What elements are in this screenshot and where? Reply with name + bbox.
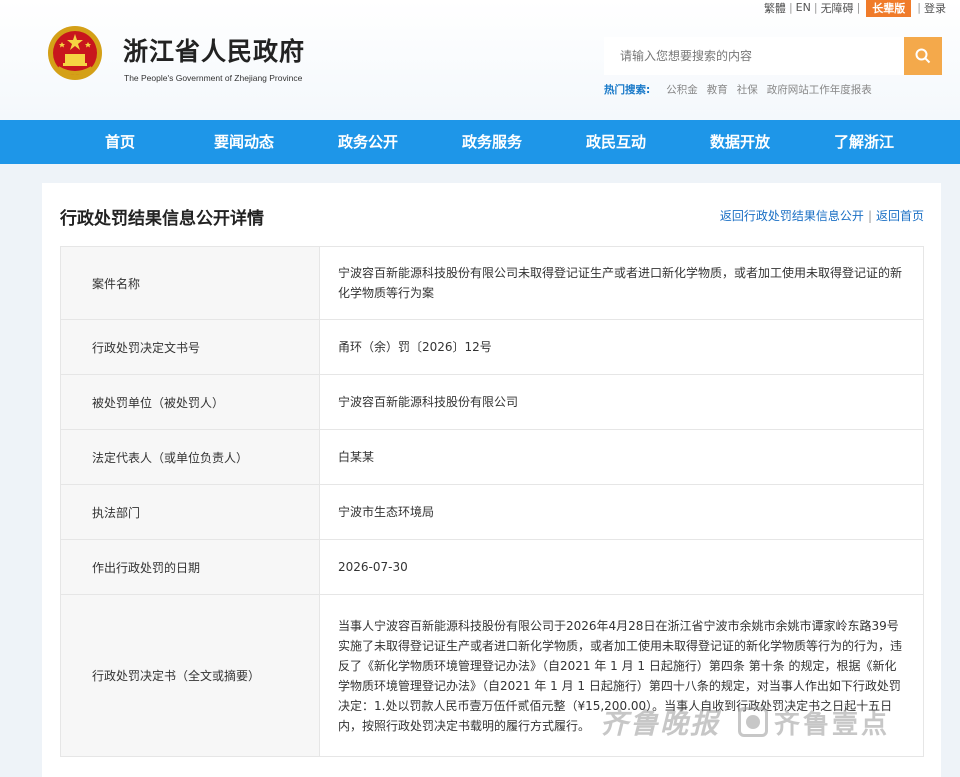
watermark-brand: 齐鲁壹点 — [738, 704, 890, 741]
nav-item-about[interactable]: 了解浙江 — [802, 120, 926, 164]
traditional-chinese-link[interactable]: 繁體 — [764, 0, 786, 16]
row-value: 宁波容百新能源科技股份有限公司 — [319, 374, 924, 430]
english-link[interactable]: EN — [796, 1, 811, 14]
nav-item-gov-services[interactable]: 政务服务 — [430, 120, 554, 164]
table-row: 被处罚单位（被处罚人） 宁波容百新能源科技股份有限公司 — [60, 374, 924, 430]
table-row: 行政处罚决定文书号 甬环（余）罚〔2026〕12号 — [60, 319, 924, 375]
nav-item-news[interactable]: 要闻动态 — [182, 120, 306, 164]
divider: | — [917, 1, 921, 14]
accessibility-link[interactable]: 无障碍 — [821, 0, 854, 16]
search-input[interactable] — [604, 37, 904, 75]
nav-item-home[interactable]: 首页 — [58, 120, 182, 164]
row-key: 作出行政处罚的日期 — [60, 539, 320, 595]
search-button[interactable] — [904, 37, 942, 75]
detail-header: 行政处罚结果信息公开详情 返回行政处罚结果信息公开 | 返回首页 — [42, 183, 941, 246]
back-to-list-link[interactable]: 返回行政处罚结果信息公开 — [720, 209, 864, 223]
row-value: 白某某 — [319, 429, 924, 485]
row-value: 甬环（余）罚〔2026〕12号 — [319, 319, 924, 375]
elder-mode-button[interactable]: 长辈版 — [866, 0, 912, 17]
divider: | — [788, 1, 793, 14]
divider: | — [867, 209, 872, 223]
qilu-logo-icon — [738, 707, 769, 737]
hot-search-label: 热门搜索: — [604, 84, 651, 96]
hot-term[interactable]: 公积金 — [666, 82, 698, 97]
page-title: 行政处罚结果信息公开详情 — [60, 209, 264, 229]
nav-item-interaction[interactable]: 政民互动 — [554, 120, 678, 164]
row-value: 2026-07-30 — [319, 539, 924, 595]
site-subtitle: The People's Government of Zhejiang Prov… — [124, 73, 303, 83]
site-title[interactable]: 浙江省人民政府 — [123, 32, 305, 68]
row-key: 执法部门 — [60, 484, 320, 540]
row-key: 案件名称 — [60, 246, 320, 320]
top-utility-bar: 繁體 | EN | 无障碍 | 长辈版 | 登录 — [764, 0, 946, 17]
login-link[interactable]: 登录 — [924, 0, 946, 16]
table-row: 案件名称 宁波容百新能源科技股份有限公司未取得登记证生产或者进口新化学物质，或者… — [60, 246, 924, 320]
main-nav: 首页 要闻动态 政务公开 政务服务 政民互动 数据开放 了解浙江 — [0, 120, 960, 164]
table-row: 作出行政处罚的日期 2026-07-30 — [60, 539, 924, 595]
search-bar — [604, 37, 942, 75]
row-value: 宁波容百新能源科技股份有限公司未取得登记证生产或者进口新化学物质，或者加工使用未… — [319, 246, 924, 320]
nav-item-open-data[interactable]: 数据开放 — [678, 120, 802, 164]
watermark: 齐鲁晚报 齐鲁壹点 — [600, 702, 890, 742]
detail-panel: 行政处罚结果信息公开详情 返回行政处罚结果信息公开 | 返回首页 案件名称 宁波容百… — [42, 183, 941, 777]
hot-term[interactable]: 教育 — [707, 82, 728, 97]
penalty-detail-table: 案件名称 宁波容百新能源科技股份有限公司未取得登记证生产或者进口新化学物质，或者… — [60, 246, 924, 757]
row-key: 法定代表人（或单位负责人） — [60, 429, 320, 485]
row-key: 行政处罚决定文书号 — [60, 319, 320, 375]
search-icon — [915, 48, 931, 64]
table-row: 执法部门 宁波市生态环境局 — [60, 484, 924, 540]
row-value: 宁波市生态环境局 — [319, 484, 924, 540]
divider: | — [856, 1, 861, 14]
national-emblem-icon[interactable] — [46, 24, 104, 82]
watermark-text-qilu-evening: 齐鲁晚报 — [600, 707, 721, 740]
row-key: 行政处罚决定书（全文或摘要） — [60, 594, 320, 757]
breadcrumb-links: 返回行政处罚结果信息公开 | 返回首页 — [720, 207, 924, 224]
nav-item-gov-affairs[interactable]: 政务公开 — [306, 120, 430, 164]
hot-search: 热门搜索: 公积金 教育 社保 政府网站工作年度报表 — [604, 82, 872, 97]
site-header: 浙江省人民政府 The People's Government of Zheji… — [0, 0, 960, 120]
watermark-text-qilu-yidian: 齐鲁壹点 — [774, 709, 891, 740]
hot-term[interactable]: 政府网站工作年度报表 — [767, 82, 872, 97]
table-row: 法定代表人（或单位负责人） 白某某 — [60, 429, 924, 485]
divider: | — [813, 1, 818, 14]
back-to-home-link[interactable]: 返回首页 — [876, 209, 924, 223]
row-key: 被处罚单位（被处罚人） — [60, 374, 320, 430]
hot-term[interactable]: 社保 — [737, 82, 758, 97]
